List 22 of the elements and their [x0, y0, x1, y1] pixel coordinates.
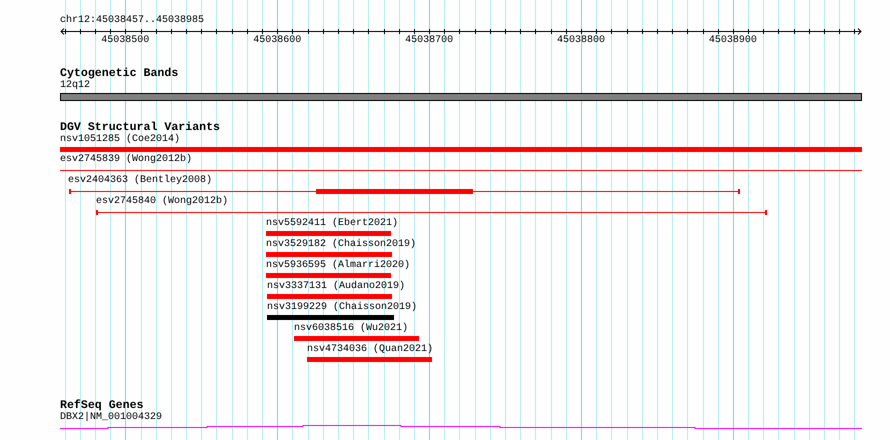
feature-label: nsv5592411 (Ebert2021)	[266, 218, 398, 230]
feature-label: esv2745840 (Wong2012b)	[96, 196, 228, 208]
feature-label: 12q12	[60, 80, 90, 92]
ruler-tick-label: 45038500	[100, 35, 150, 47]
feature-label: nsv5936595 (Almarri2020)	[266, 260, 410, 272]
feature-label: nsv3199229 (Chaisson2019)	[267, 302, 418, 314]
feature-label: nsv4734036 (Quan2021)	[307, 344, 434, 356]
feature-label: nsv3337131 (Audano2019)	[267, 281, 406, 293]
track-title: Cytogenetic Bands	[60, 68, 178, 80]
track-title: RefSeq Genes	[60, 400, 144, 412]
feature-label: esv2745839 (Wong2012b)	[60, 154, 192, 166]
ruler-tick-label: 45038800	[556, 35, 606, 47]
feature-label: esv2404363 (Bentley2008)	[68, 175, 212, 187]
track-title: DGV Structural Variants	[60, 122, 220, 134]
feature-label: DBX2|NM_001004329	[60, 412, 162, 424]
ruler-tick-label: 45038700	[404, 35, 454, 47]
feature-label: nsv6038516 (Wu2021)	[294, 323, 408, 335]
feature-label: nsv1051285 (Coe2014)	[60, 134, 180, 146]
region-title: chr12:45038457..45038985	[60, 15, 204, 27]
ruler-tick-label: 45038600	[252, 35, 302, 47]
feature-label: nsv3529182 (Chaisson2019)	[266, 239, 416, 251]
ruler-tick-label: 45038900	[708, 35, 758, 47]
